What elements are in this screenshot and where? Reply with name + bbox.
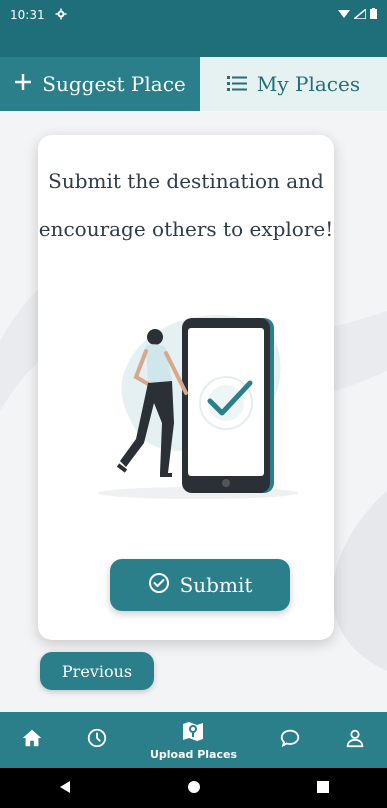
check-circle-icon: [148, 572, 170, 599]
tab-bar: Suggest Place My Places: [0, 57, 387, 111]
status-bar: 10:31: [0, 0, 387, 30]
profile-icon: [344, 727, 366, 753]
bottom-nav: Upload Places: [0, 712, 387, 768]
list-icon: [226, 72, 247, 96]
nav-upload-places[interactable]: Upload Places: [150, 720, 237, 761]
home-icon: [21, 727, 43, 753]
tab-my-places-label: My Places: [256, 72, 361, 96]
history-icon: [86, 727, 108, 753]
gear-icon: [55, 8, 67, 23]
card-heading-line1: Submit the destination and: [48, 169, 324, 193]
home-circle-icon[interactable]: [187, 779, 201, 798]
phone-illustration: [98, 315, 298, 499]
battery-icon: [370, 8, 377, 22]
map-pin-icon: [181, 720, 205, 746]
nav-upload-places-label: Upload Places: [149, 747, 238, 761]
status-time: 10:31: [10, 8, 45, 22]
system-nav-bar: [0, 768, 387, 808]
chat-icon: [279, 727, 301, 753]
tab-my-places[interactable]: My Places: [200, 57, 387, 111]
app-bar: [0, 30, 387, 57]
plus-icon: [14, 72, 32, 96]
submit-button-label: Submit: [179, 573, 253, 597]
back-icon[interactable]: [58, 779, 72, 798]
nav-history[interactable]: [86, 727, 108, 753]
tab-suggest-place[interactable]: Suggest Place: [0, 57, 200, 111]
nav-profile[interactable]: [344, 727, 366, 753]
nav-chat[interactable]: [279, 727, 301, 753]
submit-button[interactable]: Submit: [110, 559, 290, 611]
card-heading-line2: encourage others to explore!: [38, 217, 334, 241]
previous-button[interactable]: Previous: [40, 652, 154, 690]
signal-icon: [351, 7, 367, 22]
nav-home[interactable]: [21, 727, 43, 753]
wifi-icon: [338, 8, 350, 22]
tab-suggest-label: Suggest Place: [42, 72, 186, 96]
submission-card: Submit the destination and encourage oth…: [38, 135, 334, 640]
recents-icon[interactable]: [316, 779, 330, 798]
